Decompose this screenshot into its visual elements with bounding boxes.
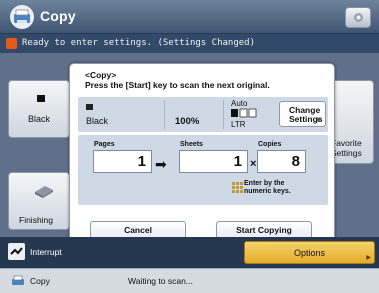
color-mode-label: Black bbox=[27, 114, 50, 124]
pages-label: Pages bbox=[94, 141, 115, 148]
numeric-keypad-icon bbox=[232, 182, 243, 193]
copy-icon bbox=[12, 275, 24, 285]
copy-icon bbox=[10, 5, 34, 29]
footer-status-bar: Copy Waiting to scan... bbox=[0, 268, 379, 293]
numeric-keys-hint: Enter by the numeric keys. bbox=[244, 180, 291, 195]
chevron-right-icon: ▶ bbox=[317, 117, 322, 123]
divider bbox=[164, 100, 165, 129]
bottom-bar: Interrupt Options ▶ bbox=[0, 237, 379, 268]
scan-next-original-dialog: <Copy> Press the [Start] key to scan the… bbox=[69, 63, 335, 243]
color-mode-value: Black bbox=[86, 116, 109, 126]
sheets-label: Sheets bbox=[180, 141, 203, 148]
settings-button[interactable] bbox=[345, 7, 371, 28]
color-mode-icon bbox=[37, 95, 45, 102]
multiply-icon: × bbox=[250, 158, 257, 170]
finishing-button[interactable]: Finishing bbox=[8, 172, 70, 230]
finishing-label: Finishing bbox=[19, 215, 54, 225]
change-settings-button[interactable]: Change Settings ▶ bbox=[279, 101, 326, 127]
pages-value: 1 bbox=[93, 150, 152, 173]
interrupt-icon[interactable] bbox=[8, 243, 25, 260]
paper-tray-icon bbox=[231, 108, 257, 118]
status-bar: Ready to enter settings. (Settings Chang… bbox=[0, 34, 379, 53]
color-mode-button[interactable]: Black bbox=[8, 80, 70, 138]
page-title: Copy bbox=[40, 8, 76, 24]
copies-value: 8 bbox=[257, 150, 306, 173]
divider bbox=[223, 100, 224, 129]
copy-count-panel: Pages 1 ➡ Sheets 1 × Copies 8 Enter by t… bbox=[78, 135, 328, 205]
zoom-value: 100% bbox=[175, 116, 200, 127]
settings-summary: Black 100% Auto LTR Change Settings ▶ bbox=[78, 97, 328, 132]
options-label: Options bbox=[293, 248, 326, 258]
options-button[interactable]: Options ▶ bbox=[244, 241, 375, 264]
app-header: Copy bbox=[0, 0, 379, 34]
interrupt-label: Interrupt bbox=[30, 247, 62, 257]
alert-icon bbox=[6, 38, 17, 49]
chevron-right-icon: ▶ bbox=[366, 255, 371, 261]
arrow-right-icon: ➡ bbox=[155, 156, 167, 172]
footer-app-name: Copy bbox=[30, 276, 50, 286]
paper-select-mode: Auto bbox=[231, 99, 248, 108]
dialog-title: <Copy> bbox=[85, 70, 117, 80]
paper-size-value: LTR bbox=[231, 120, 246, 129]
status-message: Ready to enter settings. (Settings Chang… bbox=[22, 38, 255, 48]
gear-icon bbox=[354, 13, 363, 22]
finishing-icon bbox=[35, 186, 53, 198]
copies-label: Copies bbox=[258, 141, 282, 148]
dialog-message: Press the [Start] key to scan the next o… bbox=[85, 80, 270, 90]
footer-status: Waiting to scan... bbox=[128, 276, 193, 286]
color-mode-icon bbox=[86, 104, 93, 110]
favorite-settings-label: Favorite Settings bbox=[331, 138, 362, 158]
sheets-value: 1 bbox=[179, 150, 248, 173]
